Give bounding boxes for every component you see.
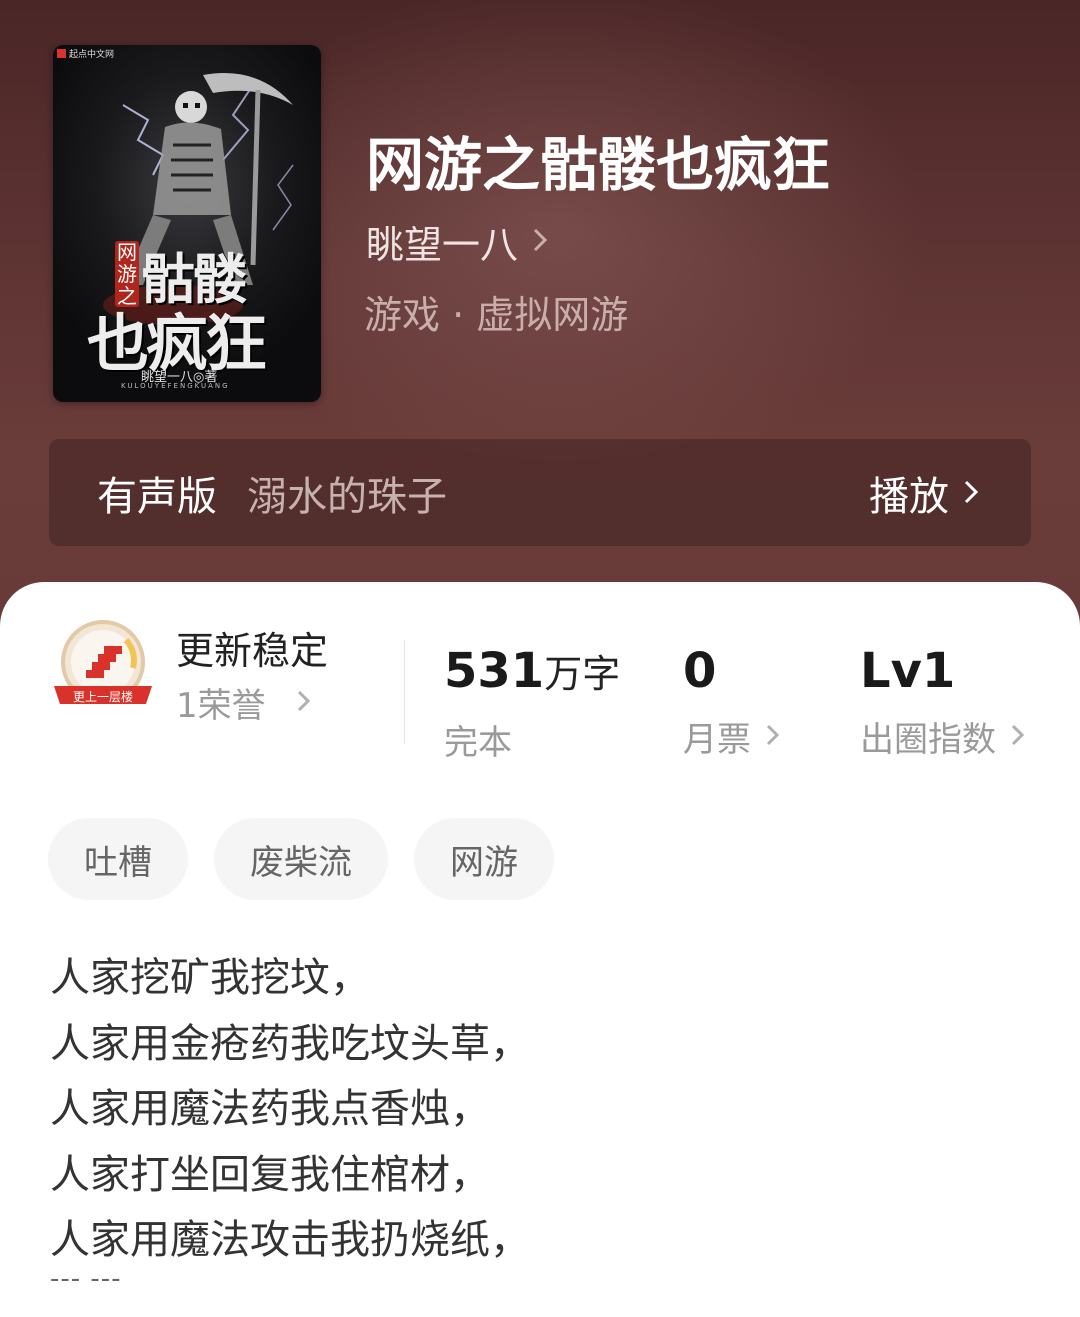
completion-status: 完本 [444,723,512,763]
book-description[interactable]: 人家挖矿我挖坟， 人家用金疮药我吃坟头草， 人家用魔法药我点香烛， 人家打坐回复… [50,946,530,1274]
book-title: 网游之骷髅也疯狂 [366,131,831,199]
tag-chip[interactable]: 吐槽 [48,818,188,900]
tag-chip[interactable]: 网游 [414,818,554,900]
publisher-logo-icon [57,49,66,58]
chevron-right-icon [532,226,548,258]
author-link[interactable]: 眺望一八 [366,214,548,269]
book-header: 起点中文网 网游之 骷髅 也疯狂 眺望一八◎著 KULOUYEFENGKUANG… [0,0,1080,640]
word-count-stat: 531万字 完本 [444,642,620,764]
cover-romanized: KULOUYEFENGKUANG [121,382,230,390]
honor-link[interactable]: 1荣誉 [176,678,310,727]
chevron-right-icon [963,470,979,516]
popularity-index-stat[interactable]: Lv1 出圈指数 [860,642,1025,761]
play-button[interactable]: 播放 [869,464,979,522]
badge-text: 更上一层楼 [72,690,133,704]
popularity-level-value: Lv1 [860,643,956,699]
description-line: 人家用魔法药我点香烛， [50,1086,490,1132]
stairs-badge-icon[interactable]: 更上一层楼 [48,620,158,710]
description-line: 人家用魔法攻击我扔烧纸， [50,1217,530,1263]
chevron-right-icon [765,717,780,757]
stats-divider [404,640,405,744]
publisher-mark: 起点中文网 [69,50,115,60]
word-count-value: 531 [444,643,545,699]
audiobook-label: 有声版 [97,473,217,520]
tag-chip[interactable]: 废柴流 [214,818,388,900]
description-line: 人家打坐回复我住棺材， [50,1151,490,1198]
monthly-votes-label: 月票 [683,720,751,760]
audiobook-bar[interactable]: 有声版 溺水的珠子 播放 [49,439,1031,546]
honor-title: 更新稳定 [176,629,329,673]
audiobook-narrator: 溺水的珠子 [247,473,447,520]
popularity-index-label: 出圈指数 [860,720,996,760]
chevron-right-icon [296,683,310,723]
author-name: 眺望一八 [366,223,519,267]
description-more: --- --- [50,1264,122,1294]
play-label: 播放 [869,473,949,520]
word-count-unit: 万字 [544,652,621,696]
chevron-right-icon [1010,717,1025,757]
honor-count: 1荣誉 [176,686,266,726]
genre-label: 游戏 · 虚拟网游 [364,293,629,337]
book-cover[interactable]: 起点中文网 网游之 骷髅 也疯狂 眺望一八◎著 KULOUYEFENGKUANG [53,45,321,402]
monthly-votes-stat[interactable]: 0 月票 [683,642,780,761]
description-line: 人家挖矿我挖坟， [50,955,370,1001]
tag-list: 吐槽 废柴流 网游 [48,818,580,900]
monthly-votes-value: 0 [683,643,717,699]
description-line: 人家用金疮药我吃坟头草， [50,1020,530,1067]
